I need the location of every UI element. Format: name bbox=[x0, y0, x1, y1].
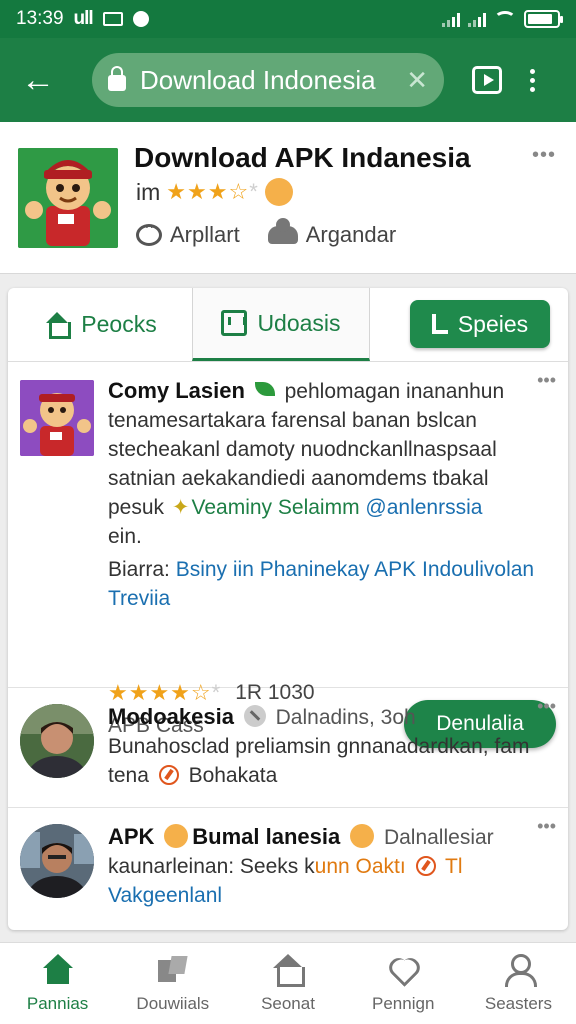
meta-item-1[interactable]: Arpllart bbox=[136, 218, 240, 248]
post-text: satnian aekakandiedi aanomdems tbakal bbox=[108, 467, 489, 490]
post-text: Bunahosclad preliamsin gnnanadardkan, fa… bbox=[108, 735, 530, 758]
tab-peocks[interactable]: Peocks bbox=[8, 288, 192, 361]
meta-label: Biarra: bbox=[108, 558, 170, 581]
cloud-icon bbox=[267, 218, 298, 244]
app-icon[interactable] bbox=[18, 148, 118, 248]
overflow-menu-icon[interactable] bbox=[530, 68, 535, 92]
url-bar[interactable]: Download Indonesia ✕ bbox=[92, 53, 444, 107]
nav-douwiials[interactable]: Douwiials bbox=[115, 943, 230, 1024]
post-item: ••• APK Bumal lanesia Dalnallesiar kauna… bbox=[8, 808, 568, 928]
post-item: ••• Modoakesia Dalnadins, 3oh Bunahoscla… bbox=[8, 688, 568, 808]
house-outline-icon bbox=[271, 953, 305, 987]
signal-text-icon: ull bbox=[73, 8, 94, 29]
star-rating-icon: ★★★☆* bbox=[166, 179, 259, 204]
battery-level bbox=[528, 14, 552, 24]
post-highlight: unn Oaktı bbox=[314, 855, 406, 878]
home-icon bbox=[41, 953, 75, 986]
post-text: pehlomagan inananhun bbox=[284, 380, 505, 403]
status-bar: 13:39 ull bbox=[0, 0, 576, 38]
nav-label: Pannias bbox=[26, 993, 89, 1013]
chat-icon bbox=[136, 218, 162, 246]
rating-prefix: im bbox=[136, 178, 161, 205]
emoji-icon bbox=[350, 824, 375, 848]
tab-bar: Peocks Udoasis Speies bbox=[8, 288, 568, 362]
home-icon bbox=[43, 311, 72, 339]
header-rating: im ★★★☆* bbox=[136, 178, 293, 206]
user-icon bbox=[501, 953, 538, 987]
avatar[interactable] bbox=[20, 704, 94, 778]
back-arrow-icon[interactable]: ← bbox=[14, 56, 62, 104]
post-time: Dalnadins, 3oh bbox=[275, 706, 416, 729]
header-more-icon[interactable]: ••• bbox=[532, 144, 556, 167]
signal-icon-2 bbox=[468, 11, 486, 27]
meta-label-1: Arpllart bbox=[170, 222, 240, 247]
post-text: tena bbox=[108, 764, 149, 787]
nav-seonat[interactable]: Seonat bbox=[230, 943, 345, 1024]
tab-udoasis[interactable]: Udoasis bbox=[192, 288, 370, 361]
post-link[interactable]: Veaminy Selaimm bbox=[192, 496, 360, 519]
header-meta: Arpllart Argandar bbox=[136, 218, 424, 248]
notification-icon bbox=[132, 11, 149, 27]
play-icon[interactable] bbox=[472, 66, 502, 94]
mute-icon bbox=[243, 705, 266, 727]
post-item: ••• Comy Lasien pehlomagan inananhun ten… bbox=[8, 362, 568, 748]
tab-label: Speies bbox=[457, 310, 529, 337]
post-text: kaunarleinan: Seeks k bbox=[108, 855, 315, 878]
nav-label: Pennign bbox=[372, 993, 435, 1013]
no-entry-icon bbox=[415, 856, 436, 876]
nav-label: Seasters bbox=[484, 993, 552, 1013]
post-author[interactable]: APK bbox=[108, 824, 154, 849]
url-text: Download Indonesia bbox=[140, 64, 376, 95]
lock-icon bbox=[108, 66, 126, 91]
nav-label: Seonat bbox=[261, 993, 315, 1013]
wifi-icon bbox=[494, 11, 516, 27]
meta-link[interactable]: Bsiny iin Phaninekay APK Indoulivolan Tr… bbox=[108, 558, 534, 610]
post-link[interactable]: Vakgeenlanl bbox=[108, 881, 554, 910]
post-body: Modoakesia Dalnadins, 3oh Bunahosclad pr… bbox=[108, 702, 554, 790]
post-body: APK Bumal lanesia Dalnallesiar kaunarlei… bbox=[108, 822, 554, 910]
post-highlight: Tl bbox=[445, 855, 463, 878]
meta-label-2: Argandar bbox=[305, 222, 397, 247]
post-thumbnail[interactable] bbox=[20, 380, 94, 456]
tab-speies-button[interactable]: Speies bbox=[410, 300, 550, 348]
post-text: Bohakata bbox=[188, 764, 278, 787]
calendar-icon bbox=[221, 310, 248, 336]
post-author[interactable]: Comy Lasien bbox=[108, 378, 245, 403]
emoji-icon bbox=[264, 178, 293, 206]
post-mention-link[interactable]: @anlenrssia bbox=[365, 496, 482, 519]
post-text: tenamesartakara farensal banan bslcan bbox=[108, 409, 477, 432]
emoji-icon bbox=[164, 824, 189, 848]
chart-icon bbox=[431, 314, 448, 334]
app-bar: ← Download Indonesia ✕ bbox=[0, 38, 576, 122]
heart-icon bbox=[386, 954, 420, 986]
meta-item-2[interactable]: Argandar bbox=[267, 218, 397, 248]
tab-label: Peocks bbox=[81, 311, 157, 337]
post-body: Comy Lasien pehlomagan inananhun tenames… bbox=[108, 376, 554, 613]
content-card: Peocks Udoasis Speies ••• Comy Lasien pe… bbox=[8, 288, 568, 930]
post-text: pesuk bbox=[108, 496, 165, 519]
tab-label: Udoasis bbox=[257, 309, 341, 336]
leaf-icon bbox=[254, 382, 275, 396]
app-header-card: Download APK Indanesia ••• im ★★★☆* Arpl… bbox=[0, 122, 576, 274]
nav-pennign[interactable]: Pennign bbox=[346, 943, 461, 1024]
battery-icon bbox=[524, 10, 563, 28]
post-author[interactable]: Modoakesia bbox=[108, 704, 234, 729]
downloads-icon bbox=[156, 954, 190, 986]
post-text: stecheakanl damoty nuodnckanllnaspsaal bbox=[108, 438, 497, 461]
nav-label: Douwiials bbox=[136, 993, 210, 1013]
nav-seasters[interactable]: Seasters bbox=[461, 943, 576, 1024]
avatar[interactable] bbox=[20, 824, 94, 898]
sparkle-icon: ✦ bbox=[171, 496, 190, 519]
status-time: 13:39 bbox=[16, 8, 64, 29]
clear-icon[interactable]: ✕ bbox=[406, 65, 428, 96]
post-text: Dalnallesiar bbox=[383, 826, 494, 849]
post-text: ein. bbox=[108, 525, 142, 548]
keyboard-icon bbox=[102, 12, 123, 26]
nav-pannias[interactable]: Pannias bbox=[0, 943, 115, 1024]
no-entry-icon bbox=[158, 765, 179, 785]
post-author-2: Bumal lanesia bbox=[192, 824, 341, 849]
bottom-nav: Pannias Douwiials Seonat Pennign Seaster… bbox=[0, 942, 576, 1024]
signal-icon bbox=[442, 11, 460, 27]
app-title: Download APK Indanesia bbox=[134, 142, 471, 173]
